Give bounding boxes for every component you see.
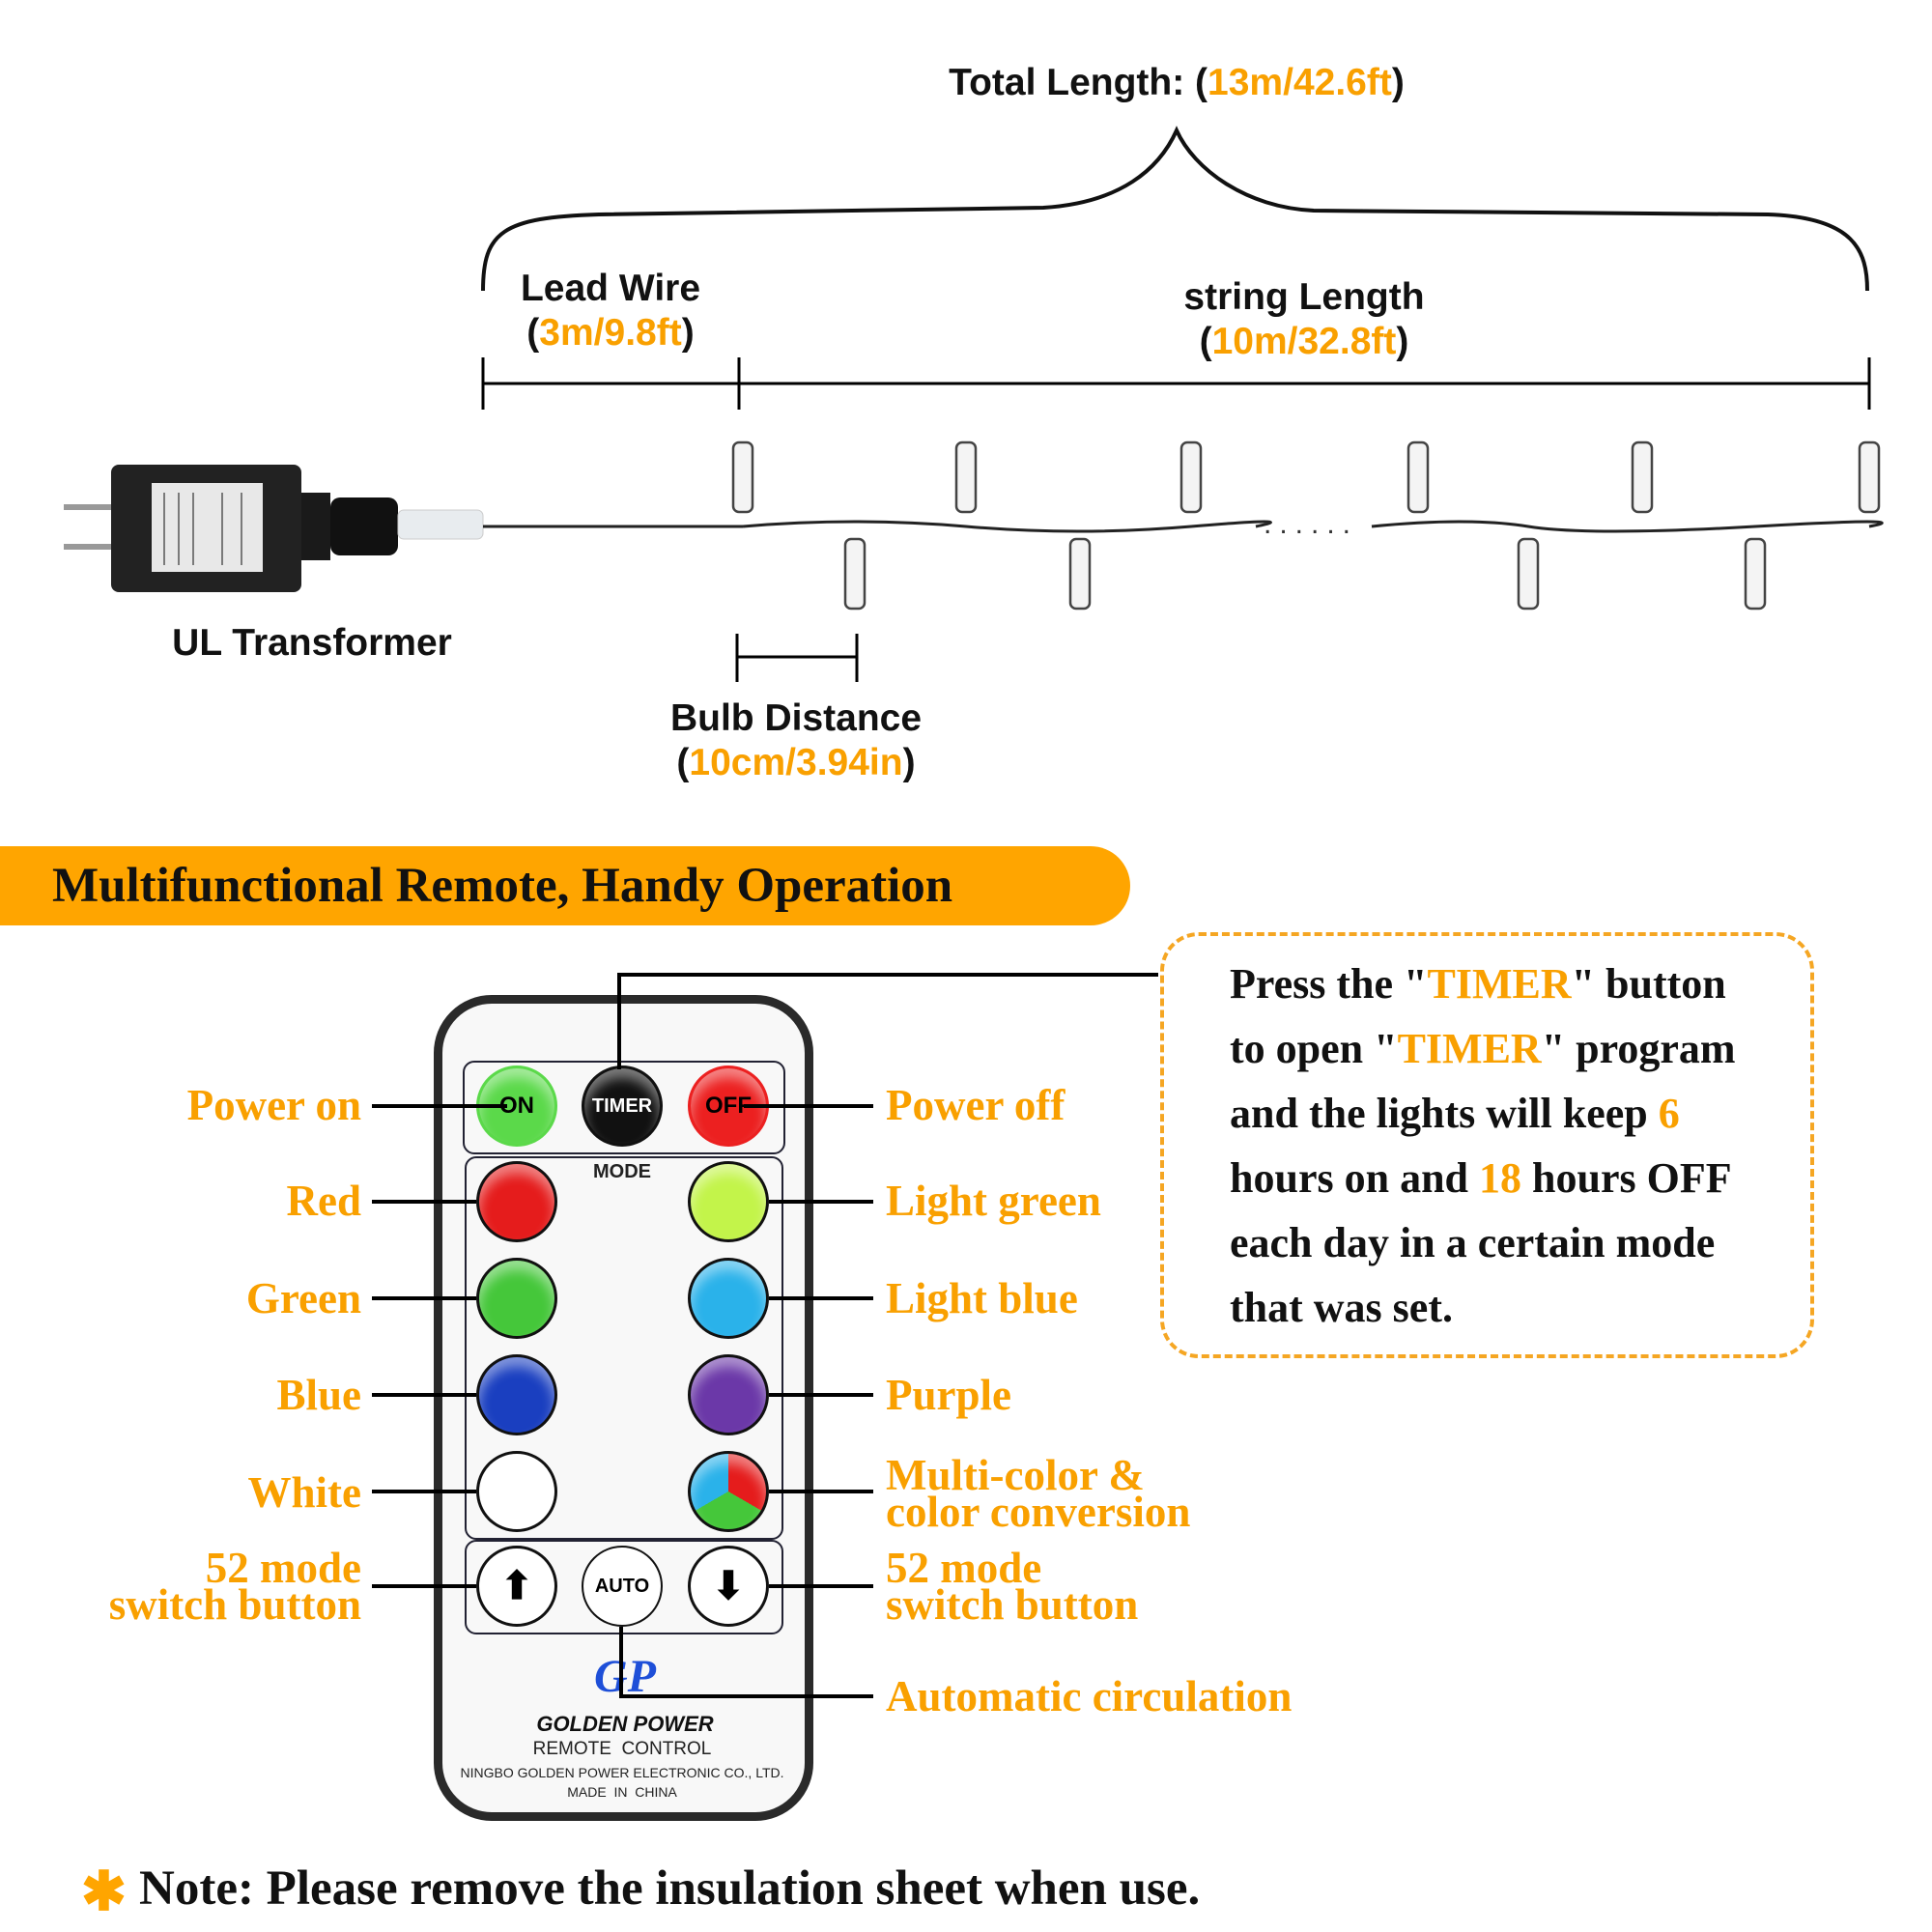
origin-text: MADE IN CHINA xyxy=(567,1784,677,1800)
mode-up-button[interactable]: ⬆ xyxy=(476,1546,557,1627)
light-string xyxy=(483,520,1884,533)
timer-info-line: to open "TIMER" program xyxy=(1230,1025,1736,1072)
label-green: Green xyxy=(245,1274,361,1322)
label-power-on: Power on xyxy=(186,1081,361,1129)
label-light-green: Light green xyxy=(886,1177,1101,1225)
section-banner: Multifunctional Remote, Handy Operation xyxy=(0,846,1130,925)
label-red: Red xyxy=(286,1177,362,1225)
red-button[interactable] xyxy=(476,1161,557,1242)
arrow-up-icon: ⬆ xyxy=(500,1565,533,1607)
brand-name: GOLDEN POWER xyxy=(536,1712,714,1736)
bulb-distance-text: Bulb Distance (10cm/3.94in) xyxy=(669,697,923,783)
product-infographic: ...... Total Length: (13m/42.6ft) Lead W… xyxy=(0,0,1932,1932)
auto-button[interactable]: AUTO xyxy=(582,1546,663,1627)
maker-text: NINGBO GOLDEN POWER ELECTRONIC CO., LTD. xyxy=(460,1765,784,1780)
bulb-icon xyxy=(1858,440,1881,514)
product-text: REMOTE CONTROL xyxy=(532,1739,712,1759)
asterisk-icon: ✱ xyxy=(81,1861,127,1921)
bulb-icon xyxy=(1068,537,1092,611)
label-blue: Blue xyxy=(276,1371,361,1419)
total-length-text: Total Length: (13m/42.6ft) xyxy=(949,62,1405,103)
label-multicolor: Multi-color & color conversion xyxy=(886,1451,1191,1536)
purple-button[interactable] xyxy=(688,1354,769,1435)
bulb-icon xyxy=(731,440,754,514)
timer-leader-h xyxy=(617,973,1158,977)
label-power-off: Power off xyxy=(886,1081,1065,1129)
length-diagram: ...... xyxy=(64,126,1884,682)
lead-wire-text: Lead Wire (3m/9.8ft) xyxy=(520,268,701,354)
timer-info-line: and the lights will keep 6 xyxy=(1230,1090,1680,1137)
mode-label: MODE xyxy=(593,1161,651,1182)
transformer-label: UL Transformer xyxy=(172,622,452,664)
ellipsis-dots: ...... xyxy=(1264,508,1358,540)
blue-button[interactable] xyxy=(476,1354,557,1435)
timer-info-line: Press the "TIMER" button xyxy=(1230,960,1726,1008)
label-purple: Purple xyxy=(886,1371,1011,1419)
timer-info-line: hours on and 18 hours OFF xyxy=(1230,1154,1732,1202)
arrow-down-icon: ⬇ xyxy=(712,1565,745,1607)
bulb-icon xyxy=(954,440,978,514)
white-button[interactable] xyxy=(476,1451,557,1532)
timer-info-line: that was set. xyxy=(1230,1284,1453,1331)
multicolor-button[interactable] xyxy=(688,1451,769,1532)
label-mode-down: 52 mode switch button xyxy=(886,1544,1139,1629)
label-white: White xyxy=(247,1468,362,1517)
banner-title: Multifunctional Remote, Handy Operation xyxy=(52,859,953,913)
transformer-icon xyxy=(64,465,484,592)
bulb-icon xyxy=(1517,537,1540,611)
green-button[interactable] xyxy=(476,1258,557,1339)
light-blue-button[interactable] xyxy=(688,1258,769,1339)
mode-down-button[interactable]: ⬇ xyxy=(688,1546,769,1627)
label-light-blue: Light blue xyxy=(886,1274,1078,1322)
note-text: Note: Please remove the insulation sheet… xyxy=(139,1861,1201,1916)
light-green-button[interactable] xyxy=(688,1161,769,1242)
bulb-icon xyxy=(1179,440,1203,514)
bulb-icon xyxy=(843,537,867,611)
label-auto: Automatic circulation xyxy=(886,1672,1293,1720)
timer-info-box: Press the "TIMER" button to open "TIMER" … xyxy=(1160,932,1814,1358)
timer-button[interactable]: TIMER xyxy=(582,1065,663,1147)
dimension-line xyxy=(481,357,1871,410)
timer-info-line: each day in a certain mode xyxy=(1230,1219,1716,1266)
bulb-icon xyxy=(1406,440,1430,514)
timer-leader xyxy=(617,973,621,1069)
bulb-icon xyxy=(1631,440,1654,514)
bulb-icon xyxy=(1744,537,1767,611)
label-mode-up: 52 mode switch button xyxy=(108,1544,361,1629)
string-length-text: string Length (10m/32.8ft) xyxy=(1183,276,1425,362)
bulb-distance-bracket xyxy=(735,634,859,682)
